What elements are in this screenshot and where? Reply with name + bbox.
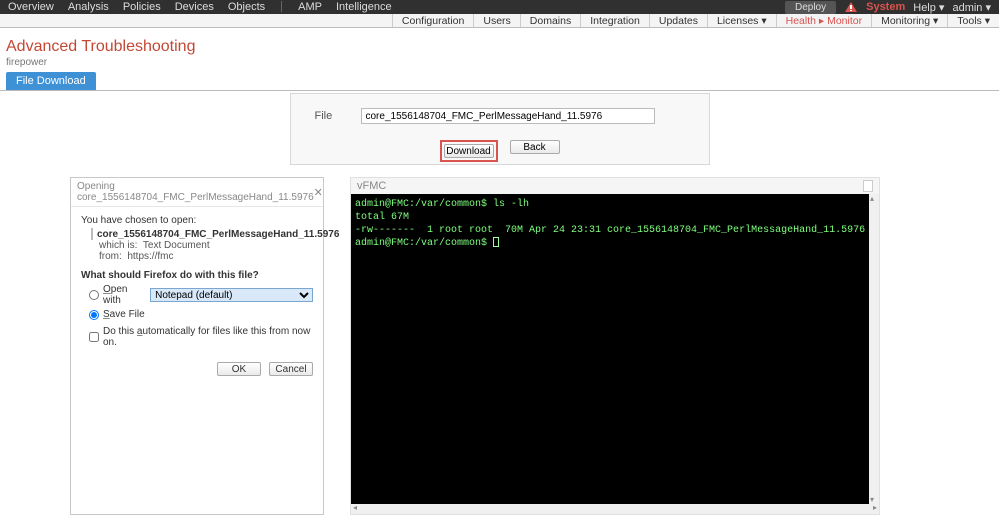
sm-tools[interactable]: Tools ▾ [947, 14, 999, 27]
nav-objects[interactable]: Objects [228, 1, 265, 13]
term-line-0: admin@FMC:/var/common$ ls -lh [355, 199, 529, 210]
sub-menu: Configuration Users Domains Integration … [0, 14, 999, 28]
sm-licenses[interactable]: Licenses ▾ [707, 14, 776, 27]
dialog-close-icon[interactable]: ✕ [314, 186, 323, 199]
term-line-1: total 67M [355, 212, 409, 223]
ok-button[interactable]: OK [217, 362, 261, 376]
file-icon [91, 228, 93, 240]
file-label: File [315, 110, 345, 122]
file-download-panel: File Download Back [290, 93, 710, 165]
terminal[interactable]: admin@FMC:/var/common$ ls -lh total 67M … [351, 194, 869, 504]
dialog-chosen: You have chosen to open: [81, 215, 313, 226]
from-label: from: [99, 251, 122, 262]
sm-users[interactable]: Users [473, 14, 519, 27]
open-with-select[interactable]: Notepad (default) [150, 288, 313, 302]
dialog-question: What should Firefox do with this file? [81, 270, 313, 281]
auto-label: Do this automatically for files like thi… [103, 326, 313, 348]
which-is-value: Text Document [143, 240, 210, 251]
nav-system[interactable]: System [866, 1, 905, 13]
nav-intelligence[interactable]: Intelligence [336, 1, 392, 13]
download-dialog: Opening core_1556148704_FMC_PerlMessageH… [70, 177, 324, 515]
vertical-scrollbar[interactable] [869, 194, 879, 504]
which-is-label: which is: [99, 240, 137, 251]
nav-admin[interactable]: admin ▾ [952, 1, 991, 14]
nav-overview[interactable]: Overview [8, 1, 54, 13]
horizontal-scrollbar[interactable] [351, 504, 879, 514]
sm-domains[interactable]: Domains [520, 14, 580, 27]
save-file-radio[interactable] [89, 310, 99, 320]
sm-monitoring[interactable]: Monitoring ▾ [871, 14, 947, 27]
download-button[interactable]: Download [444, 144, 494, 158]
tab-row: File Download [0, 72, 999, 91]
nav-analysis[interactable]: Analysis [68, 1, 109, 13]
terminal-title: vFMC [357, 180, 386, 192]
sm-configuration[interactable]: Configuration [392, 14, 473, 27]
terminal-window: vFMC admin@FMC:/var/common$ ls -lh total… [350, 177, 880, 515]
alert-icon[interactable] [844, 1, 858, 13]
nav-help[interactable]: Help ▾ [913, 1, 944, 14]
term-line-3: admin@FMC:/var/common$ [355, 238, 493, 249]
open-with-radio[interactable] [89, 290, 99, 300]
top-menu: Overview Analysis Policies Devices Objec… [0, 0, 999, 14]
cancel-button[interactable]: Cancel [269, 362, 313, 376]
from-value: https://fmc [127, 251, 173, 262]
terminal-title-blank [863, 180, 873, 192]
term-line-2: -rw------- 1 root root 70M Apr 24 23:31 … [355, 225, 865, 236]
download-highlight: Download [440, 140, 498, 162]
deploy-button[interactable]: Deploy [785, 1, 836, 14]
page-title: Advanced Troubleshooting [6, 38, 999, 56]
tab-file-download[interactable]: File Download [6, 72, 96, 90]
auto-checkbox[interactable] [89, 332, 99, 342]
nav-devices[interactable]: Devices [175, 1, 214, 13]
file-input[interactable] [361, 108, 655, 124]
dialog-title: Opening core_1556148704_FMC_PerlMessageH… [77, 181, 314, 203]
nav-policies[interactable]: Policies [123, 1, 161, 13]
save-file-label: Save File [103, 309, 145, 320]
sm-health[interactable]: Health ▸ Monitor [776, 14, 871, 27]
dialog-filename: core_1556148704_FMC_PerlMessageHand_11.5… [97, 229, 339, 240]
back-button[interactable]: Back [510, 140, 560, 154]
cursor-icon [493, 237, 499, 247]
page-subtitle: firepower [6, 57, 999, 68]
sm-integration[interactable]: Integration [580, 14, 649, 27]
nav-amp[interactable]: AMP [298, 1, 322, 13]
sm-updates[interactable]: Updates [649, 14, 707, 27]
open-with-label: Open with [103, 284, 146, 306]
